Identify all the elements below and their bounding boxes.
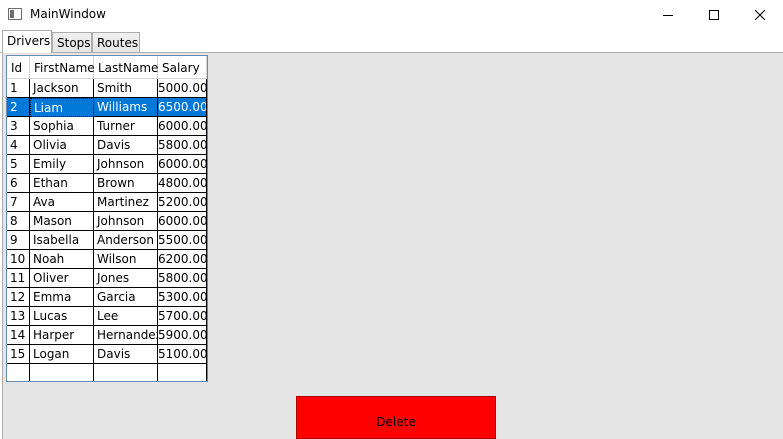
cell-id[interactable]: 12	[7, 288, 30, 307]
table-row[interactable]: 5 Emily Johnson 6000.00	[7, 155, 207, 174]
table-row[interactable]: 6 Ethan Brown 4800.00	[7, 174, 207, 193]
cell-firstname[interactable]: Isabella	[30, 231, 94, 250]
cell-firstname[interactable]: Lucas	[30, 307, 94, 326]
minimize-icon	[663, 15, 673, 16]
cell-firstname[interactable]: Emma	[30, 288, 94, 307]
table-row[interactable]: 3 Sophia Turner 6000.00	[7, 117, 207, 136]
cell-id[interactable]: 7	[7, 193, 30, 212]
grid-header: Id FirstName LastName Salary	[7, 56, 207, 79]
cell-id[interactable]: 1	[7, 79, 30, 98]
cell-salary[interactable]: 5000.00	[158, 79, 207, 98]
cell-salary[interactable]: 5700.00	[158, 307, 207, 326]
cell-salary[interactable]: 6200.00	[158, 250, 207, 269]
cell-salary[interactable]: 5100.00	[158, 345, 207, 364]
cell-salary[interactable]: 4800.00	[158, 174, 207, 193]
cell-firstname[interactable]: Emily	[30, 155, 94, 174]
table-row[interactable]: 4 Olivia Davis 5800.00	[7, 136, 207, 155]
cell-salary[interactable]: 6500.00	[158, 98, 207, 117]
cell-salary[interactable]: 6000.00	[158, 155, 207, 174]
cell-firstname[interactable]: Harper	[30, 326, 94, 345]
table-row[interactable]: 14 Harper Hernandez 5900.00	[7, 326, 207, 345]
cell-lastname[interactable]: Johnson	[94, 155, 158, 174]
cell-id[interactable]: 3	[7, 117, 30, 136]
cell-lastname[interactable]: Brown	[94, 174, 158, 193]
column-header-firstname[interactable]: FirstName	[30, 56, 95, 79]
cell-lastname[interactable]: Jones	[94, 269, 158, 288]
cell-lastname[interactable]: Johnson	[94, 212, 158, 231]
title-bar: MainWindow	[0, 0, 783, 30]
window-title: MainWindow	[30, 7, 106, 21]
cell-id[interactable]: 8	[7, 212, 30, 231]
cell-lastname[interactable]: Davis	[94, 345, 158, 364]
cell-id[interactable]	[7, 364, 30, 381]
cell-lastname[interactable]: Smith	[94, 79, 158, 98]
cell-salary[interactable]: 5800.00	[158, 136, 207, 155]
column-header-salary[interactable]: Salary	[158, 56, 207, 79]
cell-lastname[interactable]: Anderson	[94, 231, 158, 250]
maximize-icon	[709, 10, 719, 20]
new-row-placeholder[interactable]	[7, 364, 207, 381]
table-row[interactable]: 9 Isabella Anderson 5500.00	[7, 231, 207, 250]
cell-salary[interactable]: 6000.00	[158, 117, 207, 136]
cell-lastname[interactable]: Turner	[94, 117, 158, 136]
drivers-grid[interactable]: Id FirstName LastName Salary 1 Jackson Smi…	[6, 55, 208, 382]
cell-id[interactable]: 11	[7, 269, 30, 288]
cell-salary[interactable]	[158, 364, 207, 381]
table-row[interactable]: 15 Logan Davis 5100.00	[7, 345, 207, 364]
cell-lastname[interactable]: Wilson	[94, 250, 158, 269]
cell-id[interactable]: 10	[7, 250, 30, 269]
cell-firstname[interactable]: Logan	[30, 345, 94, 364]
table-row[interactable]: 1 Jackson Smith 5000.00	[7, 79, 207, 98]
cell-lastname[interactable]: Garcia	[94, 288, 158, 307]
cell-firstname[interactable]: Ethan	[30, 174, 94, 193]
cell-lastname[interactable]: Lee	[94, 307, 158, 326]
column-header-id[interactable]: Id	[7, 56, 30, 79]
close-button[interactable]	[737, 0, 783, 30]
cell-firstname[interactable]: Noah	[30, 250, 94, 269]
cell-id[interactable]: 5	[7, 155, 30, 174]
cell-firstname[interactable]: Olivia	[30, 136, 94, 155]
cell-firstname[interactable]	[30, 364, 94, 381]
cell-id[interactable]: 4	[7, 136, 30, 155]
cell-lastname[interactable]	[94, 364, 158, 381]
table-row[interactable]: 13 Lucas Lee 5700.00	[7, 307, 207, 326]
cell-lastname[interactable]: Martinez	[94, 193, 158, 212]
cell-lastname[interactable]: Hernandez	[94, 326, 158, 345]
cell-id[interactable]: 15	[7, 345, 30, 364]
table-row[interactable]: 10 Noah Wilson 6200.00	[7, 250, 207, 269]
maximize-button[interactable]	[691, 0, 737, 30]
cell-salary[interactable]: 6000.00	[158, 212, 207, 231]
cell-salary[interactable]: 5500.00	[158, 231, 207, 250]
cell-firstname[interactable]: Liam	[30, 98, 94, 117]
cell-firstname[interactable]: Ava	[30, 193, 94, 212]
tab-drivers[interactable]: Drivers	[2, 30, 52, 53]
cell-id[interactable]: 13	[7, 307, 30, 326]
table-row[interactable]: 12 Emma Garcia 5300.00	[7, 288, 207, 307]
minimize-button[interactable]	[645, 0, 691, 30]
cell-id[interactable]: 9	[7, 231, 30, 250]
cell-id[interactable]: 2	[7, 98, 30, 117]
cell-salary[interactable]: 5900.00	[158, 326, 207, 345]
table-row[interactable]: 11 Oliver Jones 5800.00	[7, 269, 207, 288]
cell-salary[interactable]: 5800.00	[158, 269, 207, 288]
close-icon	[755, 10, 765, 20]
table-row[interactable]: 7 Ava Martinez 5200.00	[7, 193, 207, 212]
cell-salary[interactable]: 5300.00	[158, 288, 207, 307]
delete-button[interactable]: Delete	[296, 396, 496, 439]
cell-firstname[interactable]: Mason	[30, 212, 94, 231]
cell-firstname[interactable]: Sophia	[30, 117, 94, 136]
cell-lastname[interactable]: Davis	[94, 136, 158, 155]
app-window-icon	[8, 8, 22, 20]
cell-lastname[interactable]: Williams	[94, 98, 158, 117]
cell-salary[interactable]: 5200.00	[158, 193, 207, 212]
cell-id[interactable]: 6	[7, 174, 30, 193]
cell-id[interactable]: 14	[7, 326, 30, 345]
table-row[interactable]: 2 Liam Williams 6500.00	[7, 98, 207, 117]
tab-stops[interactable]: Stops	[52, 32, 92, 53]
column-header-lastname[interactable]: LastName	[94, 56, 158, 79]
tab-routes[interactable]: Routes	[92, 32, 140, 53]
table-row[interactable]: 8 Mason Johnson 6000.00	[7, 212, 207, 231]
cell-firstname[interactable]: Oliver	[30, 269, 94, 288]
cell-firstname[interactable]: Jackson	[30, 79, 94, 98]
